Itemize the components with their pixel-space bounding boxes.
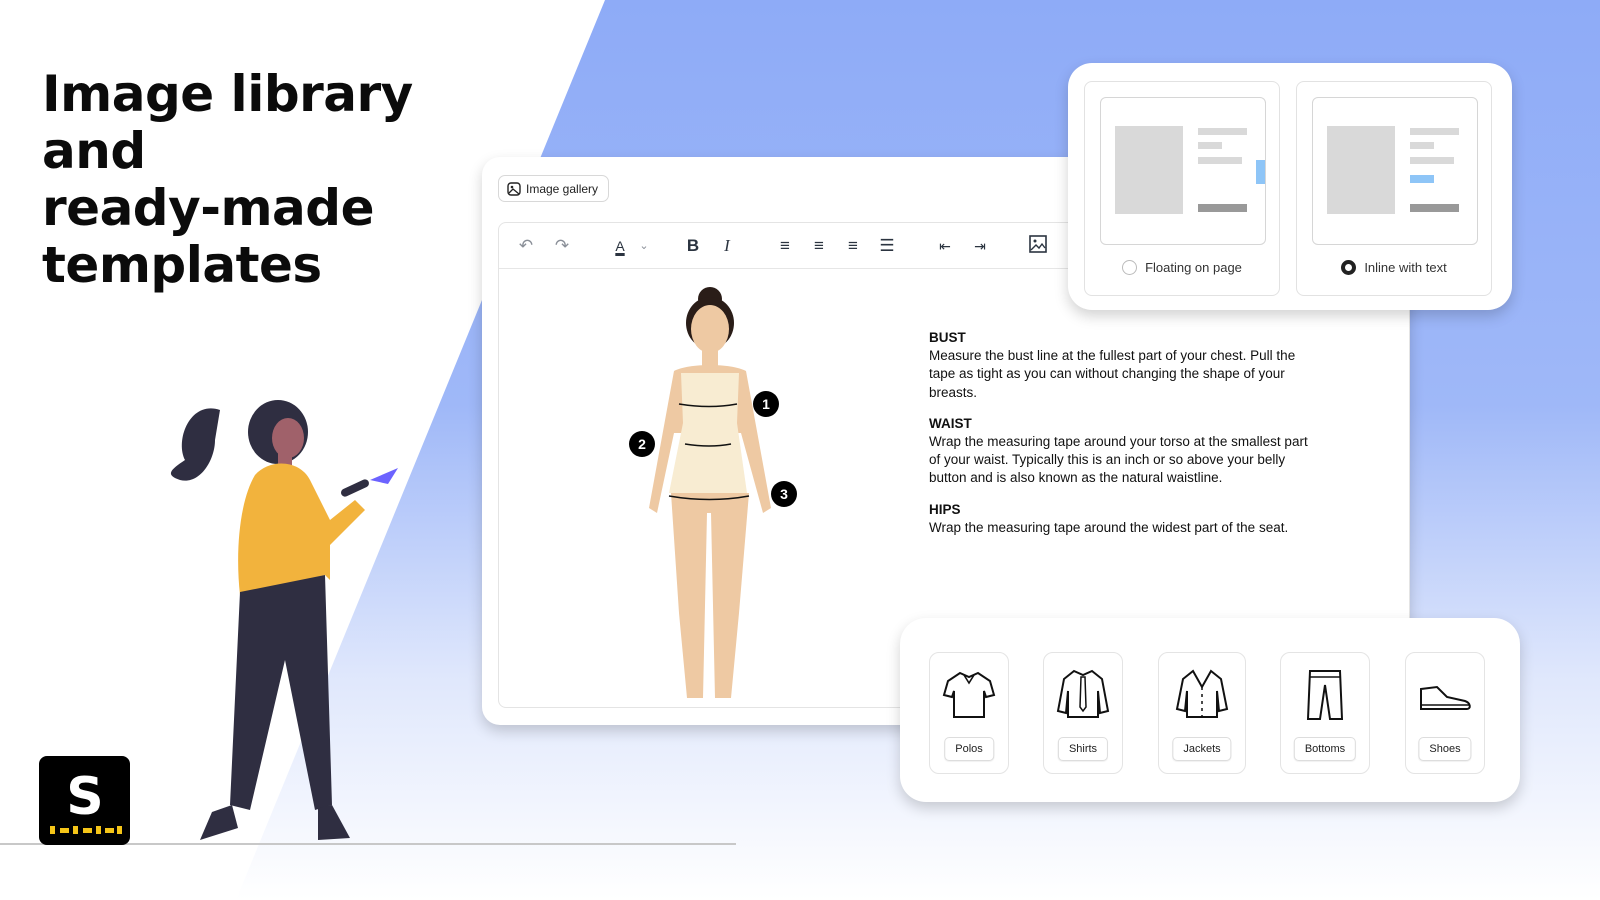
category-templates: Polos Shirts Jackets Bottoms Shoes	[900, 618, 1520, 802]
image-icon[interactable]	[1027, 235, 1049, 257]
page-headline: Image library and ready-made templates	[42, 66, 502, 294]
redo-icon[interactable]: ↷	[551, 235, 573, 257]
indent-icon[interactable]: ⇥	[969, 235, 991, 257]
image-layout-options: Floating on page Inline with text	[1068, 63, 1512, 310]
logo-s-icon: S	[50, 767, 122, 834]
image-gallery-icon	[507, 181, 521, 196]
option-floating[interactable]: Floating on page	[1084, 81, 1280, 296]
align-left-icon[interactable]: ≡	[774, 235, 796, 257]
dress-shirt-icon	[1056, 669, 1110, 718]
image-gallery-button[interactable]: Image gallery	[498, 175, 610, 202]
shoe-icon	[1420, 685, 1471, 710]
category-button[interactable]: Jackets	[1172, 737, 1232, 761]
text-color-icon[interactable]: A	[609, 235, 631, 257]
align-center-icon[interactable]: ≡	[808, 235, 830, 257]
measurement-marker: 3	[771, 481, 797, 507]
outdent-icon[interactable]: ⇤	[934, 235, 956, 257]
measurement-marker: 1	[753, 391, 779, 417]
image-gallery-label: Image gallery	[526, 181, 599, 196]
inline-preview	[1312, 97, 1478, 245]
section-title-bust: BUST	[929, 330, 966, 345]
headline-line: ready-made	[42, 179, 375, 237]
headline-line: Image library and	[42, 65, 413, 180]
size-guide-text: BUST Measure the bust line at the fulles…	[929, 329, 1314, 550]
align-right-icon[interactable]: ≡	[842, 235, 864, 257]
category-jackets[interactable]: Jackets	[1158, 652, 1246, 774]
chevron-down-icon[interactable]: ⌄	[633, 235, 655, 257]
align-justify-icon[interactable]: ☰	[876, 235, 898, 257]
category-button[interactable]: Shirts	[1057, 737, 1109, 761]
category-button[interactable]: Bottoms	[1293, 737, 1357, 761]
floating-preview	[1100, 97, 1266, 245]
polo-shirt-icon	[942, 671, 996, 718]
pants-icon	[1306, 670, 1344, 720]
section-text-hips: Wrap the measuring tape around the wides…	[929, 519, 1289, 535]
option-label: Floating on page	[1145, 260, 1242, 275]
app-logo: S	[39, 756, 130, 845]
category-polos[interactable]: Polos	[929, 652, 1009, 774]
category-shoes[interactable]: Shoes	[1405, 652, 1485, 774]
category-button[interactable]: Shoes	[1418, 737, 1472, 761]
option-inline[interactable]: Inline with text	[1296, 81, 1492, 296]
section-text-waist: Wrap the measuring tape around your tors…	[929, 434, 1308, 486]
section-title-waist: WAIST	[929, 415, 972, 431]
section-title-hips: HIPS	[929, 501, 961, 517]
italic-icon[interactable]: I	[716, 235, 738, 257]
headline-line: templates	[42, 236, 322, 294]
radio-floating[interactable]	[1122, 260, 1138, 275]
category-button[interactable]: Polos	[944, 737, 994, 761]
category-bottoms[interactable]: Bottoms	[1280, 652, 1370, 774]
undo-icon[interactable]: ↶	[515, 235, 537, 257]
section-text-bust: Measure the bust line at the fullest par…	[929, 348, 1296, 400]
measurement-marker: 2	[629, 431, 655, 457]
category-shirts[interactable]: Shirts	[1043, 652, 1123, 774]
bold-icon[interactable]: B	[682, 235, 704, 257]
woman-illustration	[170, 400, 398, 840]
radio-inline-selected[interactable]	[1341, 260, 1357, 275]
svg-text:S: S	[66, 767, 103, 827]
option-label: Inline with text	[1364, 260, 1447, 275]
jacket-icon	[1175, 669, 1229, 718]
